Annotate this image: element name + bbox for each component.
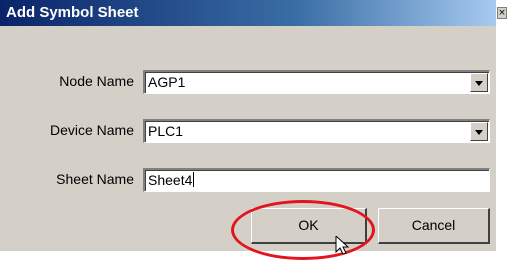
node-name-select[interactable]: AGP1 <box>143 70 490 94</box>
text-caret <box>193 172 195 187</box>
title-bar[interactable]: Add Symbol Sheet <box>0 0 496 26</box>
sheet-name-input[interactable]: Sheet4 <box>143 168 490 192</box>
cancel-button[interactable]: Cancel <box>378 208 490 244</box>
device-name-label: Device Name <box>49 122 134 138</box>
sheet-name-value: Sheet4 <box>148 172 193 188</box>
arrow-pointer-icon <box>335 236 350 254</box>
add-symbol-sheet-dialog: Add Symbol Sheet × Node Name AGP1 Device… <box>0 0 507 260</box>
device-name-select[interactable]: PLC1 <box>143 119 490 143</box>
device-name-value: PLC1 <box>148 123 184 139</box>
chevron-down-icon[interactable] <box>470 122 488 141</box>
close-icon[interactable]: × <box>497 7 507 19</box>
dialog-title: Add Symbol Sheet <box>6 4 139 21</box>
sheet-name-label: Sheet Name <box>56 171 134 187</box>
chevron-down-icon[interactable] <box>470 73 488 92</box>
window-edge <box>496 0 507 251</box>
node-name-value: AGP1 <box>148 74 186 90</box>
node-name-label: Node Name <box>59 73 134 89</box>
